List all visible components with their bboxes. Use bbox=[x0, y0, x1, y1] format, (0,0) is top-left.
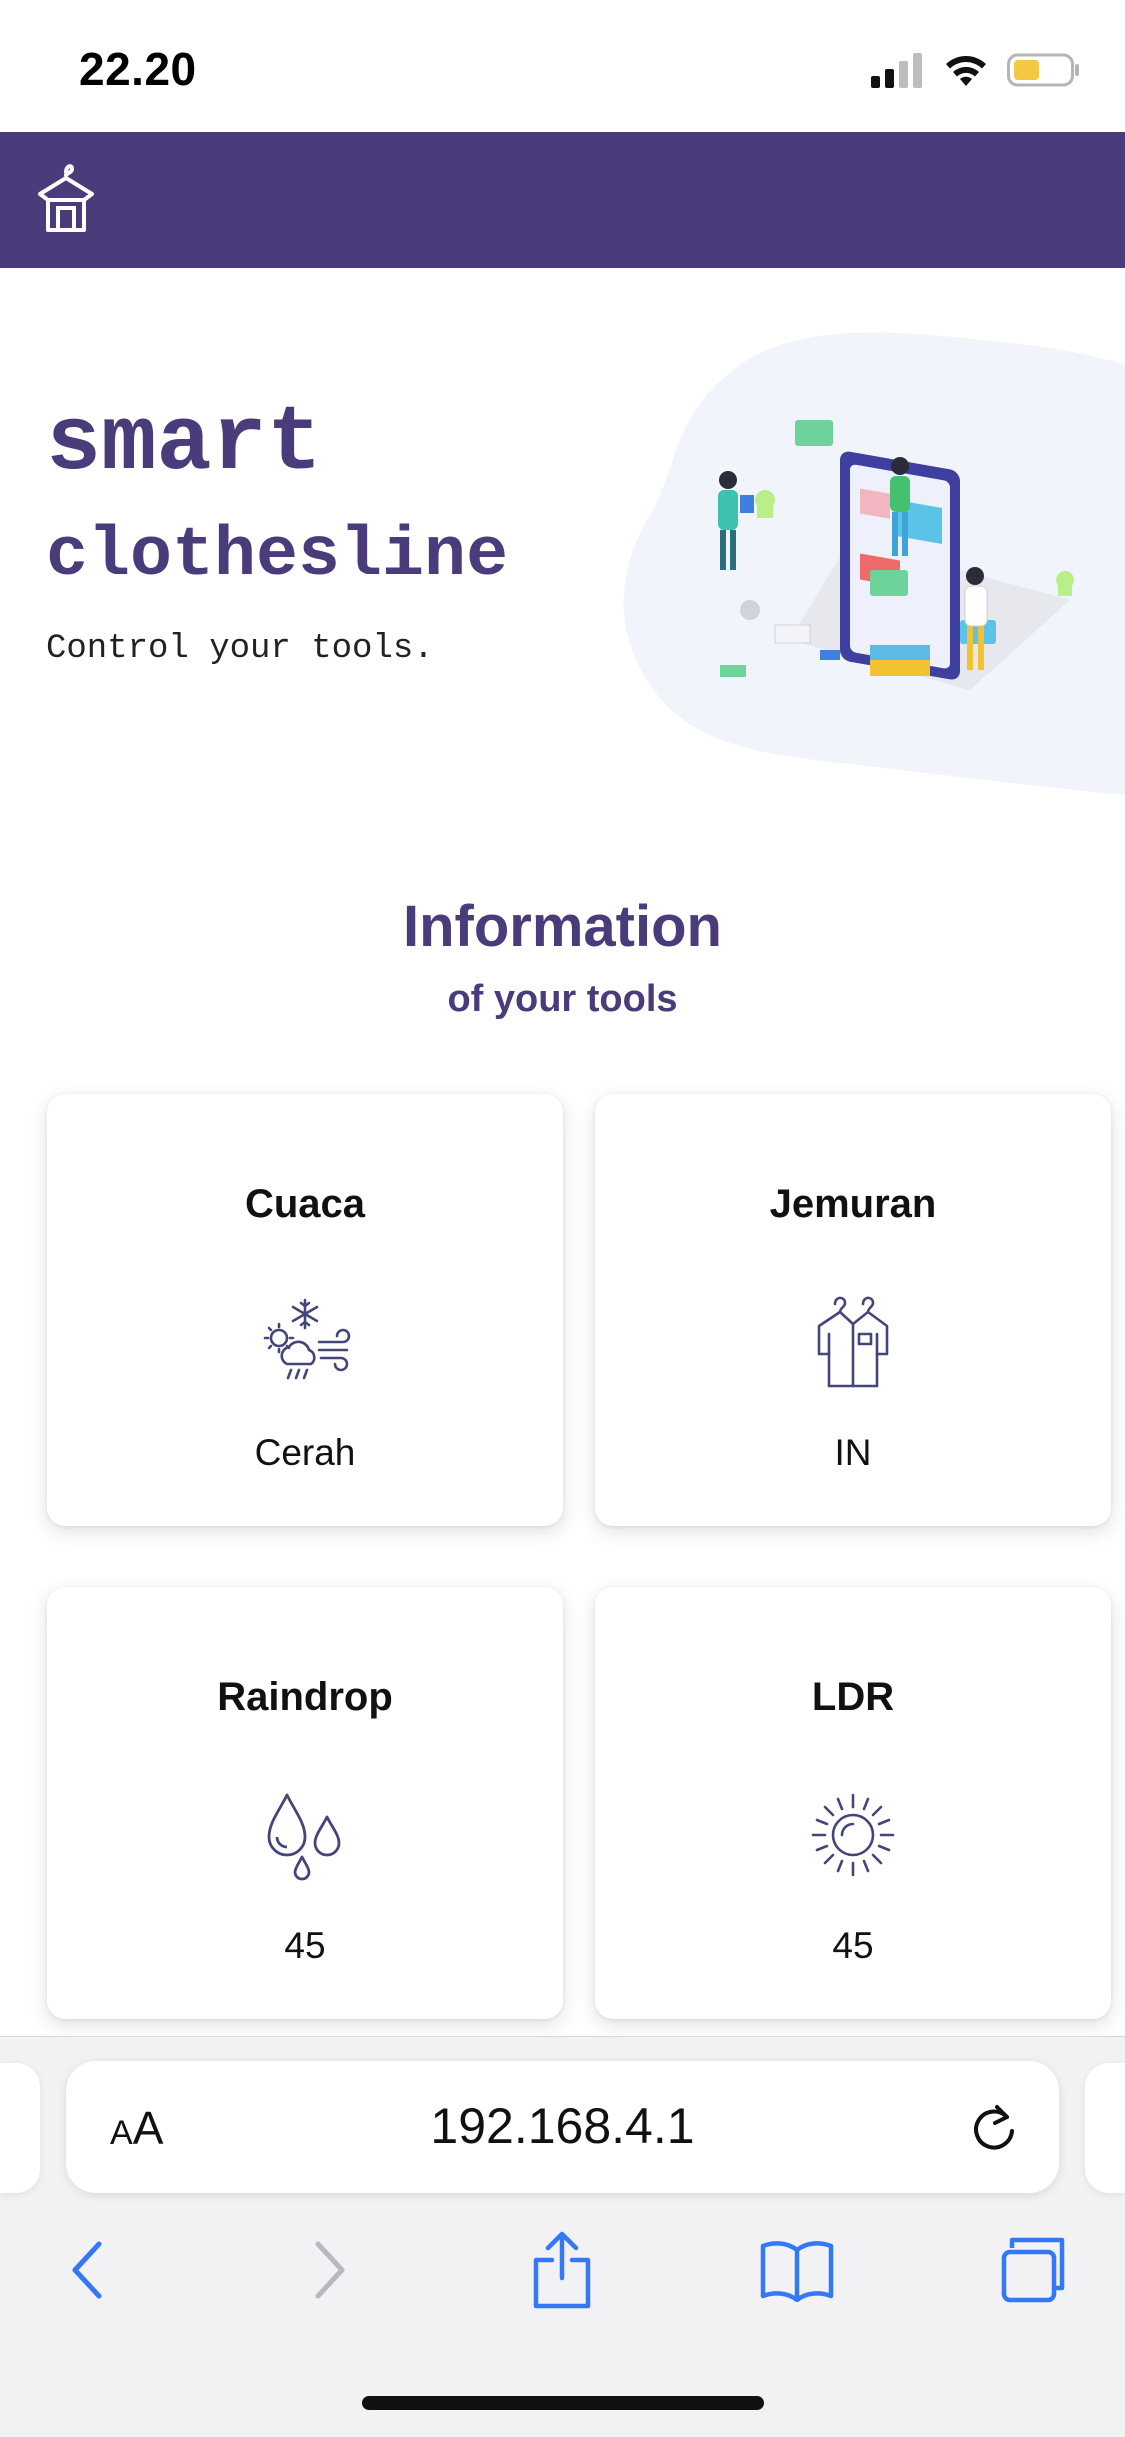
hero-title: smart clothesline bbox=[46, 398, 508, 592]
tabs-button[interactable] bbox=[994, 2230, 1074, 2310]
card-cuaca: Cuaca Cerah bbox=[47, 1094, 563, 1526]
hero-title-line1: smart bbox=[46, 391, 323, 496]
browser-toolbar bbox=[0, 2218, 1125, 2318]
card-title: Cuaca bbox=[244, 1182, 366, 1226]
previous-tab-preview[interactable] bbox=[0, 2063, 40, 2193]
url-text[interactable]: 192.168.4.1 bbox=[66, 2097, 1059, 2155]
bookmarks-button[interactable] bbox=[757, 2230, 837, 2310]
chevron-left-icon bbox=[72, 2241, 102, 2299]
section-subtitle: of your tools bbox=[447, 978, 678, 1020]
home-indicator bbox=[362, 2396, 764, 2410]
card-raindrop: Raindrop 45 bbox=[47, 1587, 563, 2019]
hero-subtitle: Control your tools. bbox=[46, 630, 434, 668]
card-value: 45 bbox=[284, 1925, 326, 1966]
hero-title-line2: clothesline bbox=[46, 517, 509, 596]
battery-icon bbox=[1007, 53, 1079, 87]
app-bar bbox=[0, 132, 1125, 268]
status-time: 22.20 bbox=[79, 43, 197, 95]
status-icons bbox=[869, 48, 1081, 92]
card-title: LDR bbox=[811, 1675, 895, 1719]
hero-illustration bbox=[718, 420, 1074, 690]
wifi-icon bbox=[946, 56, 986, 86]
next-tab-preview[interactable] bbox=[1085, 2063, 1125, 2193]
chevron-right-icon bbox=[315, 2241, 345, 2299]
tabs-icon bbox=[1001, 2237, 1065, 2303]
share-icon bbox=[533, 2231, 591, 2309]
back-button[interactable] bbox=[47, 2230, 127, 2310]
card-value: IN bbox=[834, 1432, 872, 1473]
hanger-logo-icon[interactable] bbox=[34, 158, 98, 238]
book-icon bbox=[760, 2241, 834, 2302]
card-jemuran: Jemuran IN bbox=[595, 1094, 1111, 1526]
signal-icon bbox=[871, 53, 922, 88]
card-value: Cerah bbox=[254, 1432, 356, 1473]
reload-icon[interactable] bbox=[967, 2099, 1021, 2155]
status-bar: 22.20 bbox=[0, 0, 1125, 132]
address-bar[interactable]: AA 192.168.4.1 bbox=[66, 2061, 1059, 2193]
card-title: Raindrop bbox=[217, 1675, 393, 1719]
sun-icon bbox=[811, 1793, 895, 1877]
card-title: Jemuran bbox=[769, 1182, 937, 1226]
forward-button[interactable] bbox=[290, 2230, 370, 2310]
card-ldr: LDR 45 bbox=[595, 1587, 1111, 2019]
share-button[interactable] bbox=[522, 2230, 602, 2310]
card-value: 45 bbox=[832, 1925, 874, 1966]
raindrop-icon bbox=[267, 1793, 341, 1881]
clothes-hanger-icon bbox=[817, 1296, 889, 1388]
section-title: Information bbox=[403, 894, 722, 959]
weather-icon bbox=[263, 1298, 351, 1380]
